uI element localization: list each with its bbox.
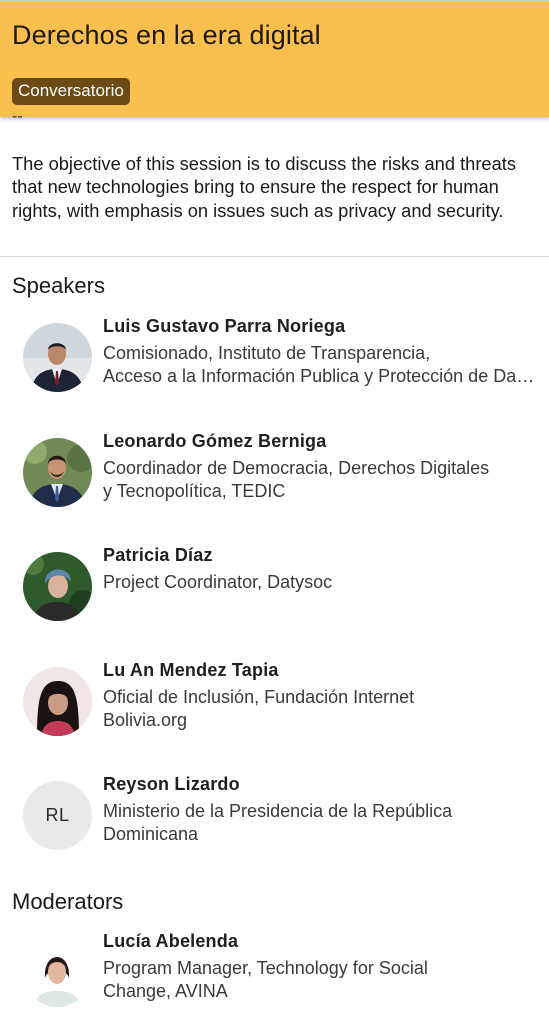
speaker-name: Lu An Mendez Tapia <box>103 660 279 680</box>
speaker-initials-avatar: RL <box>23 781 92 850</box>
speaker-item[interactable]: Lu An Mendez Tapia Oficial de Inclusión,… <box>0 660 549 750</box>
moderator-name: Lucía Abelenda <box>103 931 239 951</box>
speaker-role: Comisionado, Instituto de Transparencia,… <box>103 343 539 387</box>
separator-mark: -- <box>12 108 23 125</box>
session-description: The objective of this session is to disc… <box>12 153 516 221</box>
moderator-role: Program Manager, Technology for Social C… <box>103 958 428 1002</box>
session-type-badge[interactable]: Conversatorio <box>12 78 130 105</box>
moderators-heading: Moderators <box>12 889 124 914</box>
session-title: Derechos en la era digital <box>12 20 321 50</box>
moderator-item[interactable]: Lucía Abelenda Program Manager, Technolo… <box>0 931 549 1021</box>
speaker-avatar <box>23 667 92 736</box>
speaker-role: Coordinador de Democracia, Derechos Digi… <box>103 458 490 502</box>
speaker-item[interactable]: Leonardo Gómez Berniga Coordinador de De… <box>0 431 549 521</box>
moderator-avatar <box>23 938 92 1007</box>
speaker-role: Project Coordinator, Datysoc <box>103 572 333 592</box>
speaker-role: Oficial de Inclusión, Fundación Internet… <box>103 687 415 731</box>
speaker-name: Patricia Díaz <box>103 545 213 565</box>
speaker-item[interactable]: RL Reyson Lizardo Ministerio de la Presi… <box>0 774 549 864</box>
speaker-name: Leonardo Gómez Berniga <box>103 431 327 451</box>
speaker-avatar <box>23 552 92 621</box>
speaker-avatar <box>23 323 92 392</box>
divider <box>0 256 549 257</box>
speaker-name: Luis Gustavo Parra Noriega <box>103 316 346 336</box>
speaker-avatar <box>23 438 92 507</box>
speaker-name: Reyson Lizardo <box>103 774 240 794</box>
speakers-heading: Speakers <box>12 273 105 298</box>
speaker-role: Ministerio de la Presidencia de la Repúb… <box>103 801 453 845</box>
app-header: Derechos en la era digital Conversatorio <box>0 0 549 117</box>
speaker-item[interactable]: Patricia Díaz Project Coordinator, Datys… <box>0 545 549 635</box>
speaker-item[interactable]: Luis Gustavo Parra Noriega Comisionado, … <box>0 316 549 406</box>
